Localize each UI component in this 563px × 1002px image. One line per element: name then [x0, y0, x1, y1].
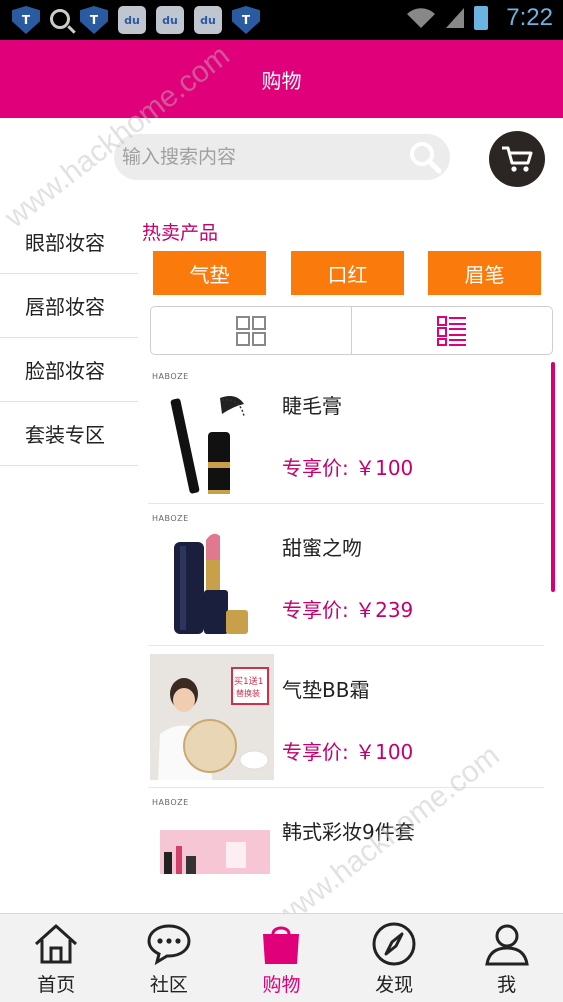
- nav-item-community[interactable]: 社区: [113, 914, 226, 1002]
- tag-cushion[interactable]: 气垫: [153, 251, 266, 295]
- cart-button[interactable]: [489, 131, 545, 187]
- sidebar-item-face-makeup[interactable]: 脸部妆容: [0, 338, 138, 402]
- nav-label: 购物: [262, 974, 301, 996]
- sidebar-item-label: 眼部妆容: [25, 231, 105, 255]
- list-item[interactable]: HABOZE 甜蜜之吻 专享价: ￥239: [148, 504, 544, 646]
- product-price: 专享价: ￥100: [282, 452, 413, 481]
- brand-logo: HABOZE: [152, 514, 189, 523]
- nav-label: 我: [497, 974, 517, 996]
- user-icon: [484, 924, 529, 966]
- promo-label: 买1送1: [234, 677, 264, 687]
- tag-label: 气垫: [189, 262, 230, 287]
- hot-tags: 气垫 口红 眉笔: [153, 251, 541, 295]
- sidebar-item-label: 唇部妆容: [25, 295, 105, 319]
- page-title: 购物: [261, 68, 302, 93]
- list-view-button[interactable]: [351, 307, 552, 354]
- nav-item-discover[interactable]: 发现: [338, 914, 451, 1002]
- search-notification-icon: [50, 9, 70, 29]
- price-label: 专享价:: [282, 456, 349, 480]
- tag-label: 眉笔: [464, 262, 505, 287]
- product-name: 气垫BB霜: [282, 678, 370, 702]
- status-bar: T T du du du T 7:22: [0, 0, 563, 40]
- sidebar-item-sets[interactable]: 套装专区: [0, 402, 138, 466]
- product-name: 睫毛膏: [282, 394, 342, 418]
- product-image-mascara: HABOZE: [150, 370, 274, 496]
- list-item[interactable]: 买1送1 替换装 气垫BB霜 专享价: ￥100: [148, 646, 544, 788]
- nav-item-me[interactable]: 我: [450, 914, 563, 1002]
- search-input[interactable]: [122, 134, 402, 180]
- price-label: 专享价:: [282, 740, 349, 764]
- list-item[interactable]: HABOZE 韩式彩妆9件套: [148, 788, 544, 874]
- product-list: HABOZE 睫毛膏 专享价: ￥100 HABOZE 甜蜜之吻 专享价: ￥2…: [148, 362, 544, 874]
- tag-label: 口红: [327, 262, 368, 287]
- product-image-makeup-set: HABOZE: [150, 796, 274, 874]
- product-price: 专享价: ￥239: [282, 594, 413, 623]
- tag-eyebrow-pencil[interactable]: 眉笔: [428, 251, 541, 295]
- chat-icon: [147, 924, 191, 966]
- product-image-cushion: 买1送1 替换装: [150, 654, 274, 780]
- price-value: ￥239: [355, 598, 414, 622]
- cart-icon: [502, 146, 533, 172]
- view-toggle: [150, 306, 553, 355]
- clock: 7:22: [506, 4, 553, 31]
- sidebar-item-label: 脸部妆容: [25, 359, 105, 383]
- promo-sub-label: 替换装: [236, 689, 260, 698]
- signal-icon: [446, 8, 465, 28]
- sidebar-item-label: 套装专区: [25, 423, 105, 447]
- home-icon: [35, 924, 78, 964]
- nav-label: 发现: [375, 974, 414, 996]
- list-item[interactable]: HABOZE 睫毛膏 专享价: ￥100: [148, 362, 544, 504]
- nav-label: 首页: [37, 974, 76, 996]
- shopping-bag-icon: [263, 926, 300, 964]
- hot-products-title: 热卖产品: [142, 222, 219, 244]
- baidu-icon: du: [156, 6, 184, 34]
- product-image-lipstick: HABOZE: [150, 512, 274, 638]
- app-header: 购物: [0, 40, 563, 118]
- price-value: ￥100: [355, 740, 414, 764]
- list-icon: [437, 315, 466, 346]
- sidebar-item-lip-makeup[interactable]: 唇部妆容: [0, 274, 138, 338]
- shield-icon: T: [12, 6, 40, 34]
- notification-icons: T T du du du T: [12, 6, 260, 34]
- product-price: 专享价: ￥100: [282, 736, 413, 765]
- list-scrollbar[interactable]: [551, 362, 555, 592]
- search-bar[interactable]: [114, 134, 450, 180]
- shield-icon: T: [80, 6, 108, 34]
- category-sidebar: 眼部妆容 唇部妆容 脸部妆容 套装专区: [0, 210, 138, 466]
- product-name: 韩式彩妆9件套: [282, 820, 415, 844]
- product-name: 甜蜜之吻: [282, 536, 362, 560]
- battery-icon: [474, 6, 489, 30]
- nav-label: 社区: [149, 974, 188, 996]
- price-label: 专享价:: [282, 598, 349, 622]
- nav-item-shopping[interactable]: 购物: [225, 914, 338, 1002]
- sidebar-item-eye-makeup[interactable]: 眼部妆容: [0, 210, 138, 274]
- grid-icon: [236, 315, 266, 346]
- compass-icon: [372, 922, 416, 966]
- wifi-icon: [407, 8, 436, 28]
- system-status: 7:22: [406, 4, 553, 32]
- tag-lipstick[interactable]: 口红: [291, 251, 404, 295]
- shield-icon: T: [232, 6, 260, 34]
- search-icon[interactable]: [408, 140, 442, 174]
- baidu-icon: du: [118, 6, 146, 34]
- bottom-nav: 首页 社区 购物 发现 我: [0, 913, 563, 1002]
- baidu-icon: du: [194, 6, 222, 34]
- brand-logo: HABOZE: [152, 798, 189, 807]
- grid-view-button[interactable]: [151, 307, 351, 354]
- price-value: ￥100: [355, 456, 414, 480]
- nav-item-home[interactable]: 首页: [0, 914, 113, 1002]
- brand-logo: HABOZE: [152, 372, 189, 381]
